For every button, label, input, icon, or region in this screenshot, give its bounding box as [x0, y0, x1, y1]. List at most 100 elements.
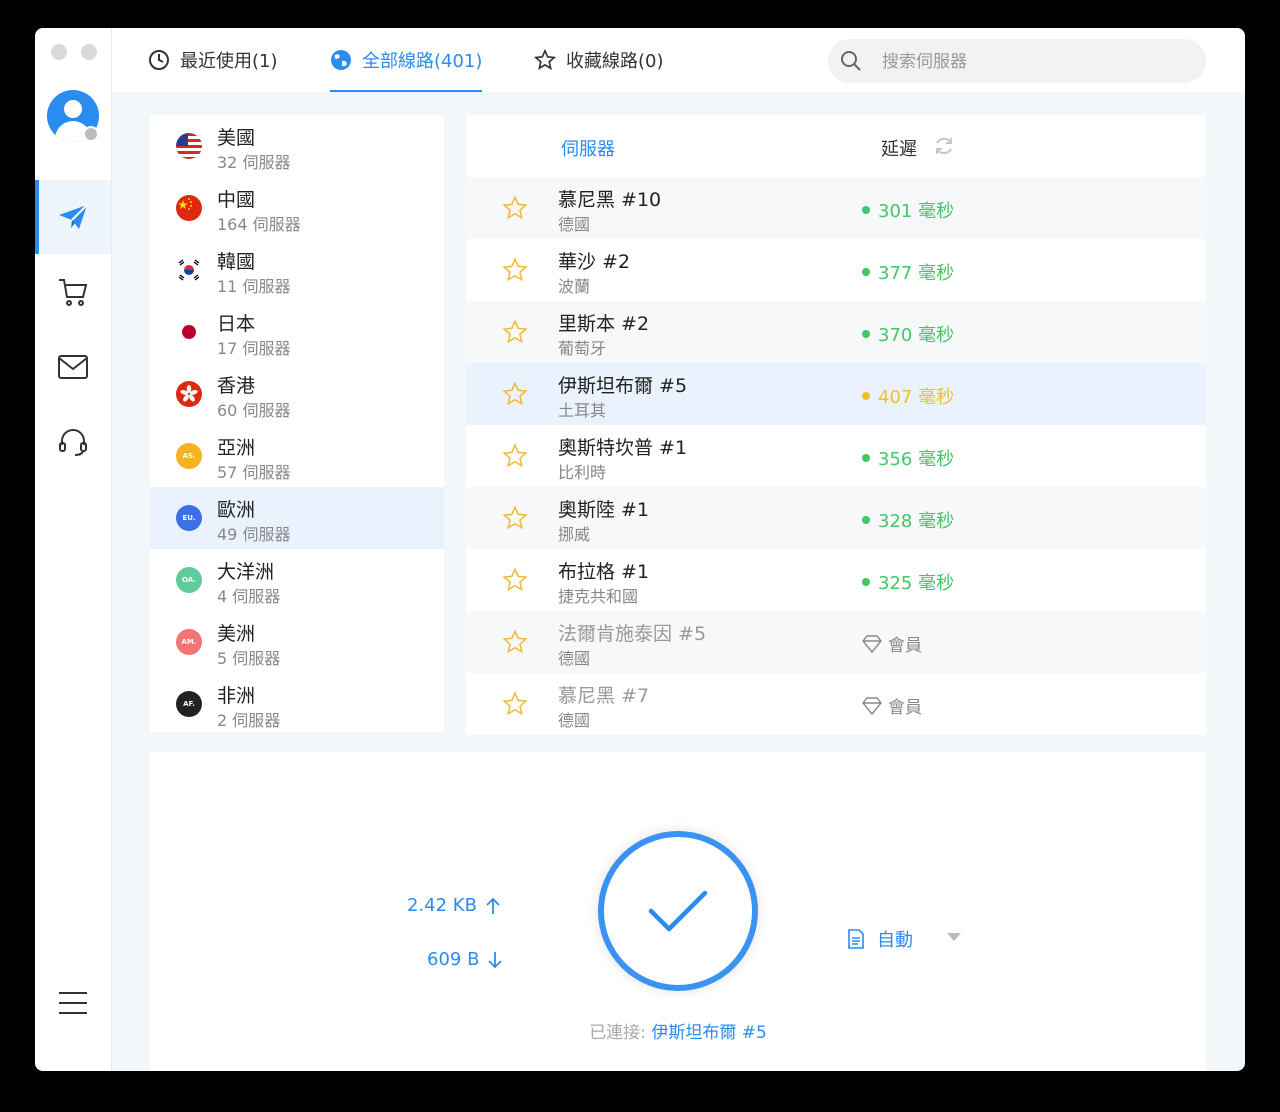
- server-country: 德國: [558, 215, 591, 234]
- column-header-server[interactable]: 伺服器: [561, 135, 615, 161]
- favorite-star-icon[interactable]: [502, 567, 528, 593]
- nav-messages[interactable]: [35, 330, 111, 404]
- americas-badge-icon: AM.: [176, 629, 202, 655]
- status-dot: [862, 516, 870, 524]
- star-icon: [534, 49, 556, 70]
- status-dot: [862, 578, 870, 586]
- server-list: 伺服器 延遲 慕尼黑 #10 德國 301 毫秒 華沙 #2 波蘭 377 毫秒…: [466, 115, 1206, 735]
- region-item-americas[interactable]: AM. 美洲 5 伺服器: [150, 611, 444, 673]
- region-item-cn[interactable]: 中國 164 伺服器: [150, 177, 444, 239]
- checkmark-icon: [648, 890, 708, 932]
- region-item-jp[interactable]: 日本 17 伺服器: [150, 301, 444, 363]
- region-name: 日本: [217, 313, 256, 335]
- refresh-icon[interactable]: [933, 135, 955, 157]
- server-country: 比利時: [558, 463, 607, 482]
- search-input[interactable]: [880, 39, 1194, 85]
- tab-label: 最近使用(1): [180, 51, 278, 72]
- region-name: 中國: [217, 189, 256, 211]
- region-item-oceania[interactable]: OA. 大洋洲 4 伺服器: [150, 549, 444, 611]
- favorite-star-icon[interactable]: [502, 195, 528, 221]
- status-dot: [862, 206, 870, 214]
- latency-text: 370 毫秒: [878, 325, 955, 346]
- favorite-star-icon[interactable]: [502, 257, 528, 283]
- diamond-icon: [862, 634, 882, 653]
- server-row[interactable]: 里斯本 #2 葡萄牙 370 毫秒: [466, 301, 1206, 363]
- region-count: 17 伺服器: [217, 339, 291, 358]
- region-item-africa[interactable]: AF. 非洲 2 伺服器: [150, 673, 444, 735]
- send-icon: [59, 204, 88, 229]
- mode-label: 自動: [877, 930, 913, 951]
- europe-badge-icon: EU.: [176, 505, 202, 531]
- region-name: 歐洲: [217, 499, 256, 521]
- favorite-star-icon[interactable]: [502, 381, 528, 407]
- server-row[interactable]: 奧斯陸 #1 挪威 328 毫秒: [466, 487, 1206, 549]
- status-dot: [862, 454, 870, 462]
- top-bar: 最近使用(1) 全部線路(401) 收藏線路(0): [112, 28, 1245, 92]
- member-text: 會員: [888, 698, 922, 718]
- server-row-locked[interactable]: 慕尼黑 #7 德國 會員: [466, 673, 1206, 735]
- diamond-icon: [862, 696, 882, 715]
- status-label: 已連接:: [589, 1023, 646, 1043]
- server-name: 華沙 #2: [558, 251, 631, 273]
- column-header-latency[interactable]: 延遲: [881, 135, 917, 161]
- region-count: 57 伺服器: [217, 463, 291, 482]
- status-dot: [862, 392, 870, 400]
- region-item-us[interactable]: 美國 32 伺服器: [150, 115, 444, 177]
- region-name: 美國: [217, 127, 256, 149]
- favorite-star-icon[interactable]: [502, 505, 528, 531]
- oceania-badge-icon: OA.: [176, 567, 202, 593]
- server-country: 德國: [558, 711, 591, 730]
- favorite-star-icon[interactable]: [502, 443, 528, 469]
- server-row[interactable]: 慕尼黑 #10 德國 301 毫秒: [466, 177, 1206, 239]
- favorite-star-icon[interactable]: [502, 691, 528, 717]
- region-count: 49 伺服器: [217, 525, 291, 544]
- region-item-asia[interactable]: AS. 亞洲 57 伺服器: [150, 425, 444, 487]
- tab-favorites[interactable]: 收藏線路(0): [534, 28, 664, 92]
- mail-icon: [58, 355, 88, 379]
- latency-value: 407 毫秒: [862, 383, 954, 409]
- region-count: 11 伺服器: [217, 277, 291, 296]
- server-row-locked[interactable]: 法爾肯施泰因 #5 德國 會員: [466, 611, 1206, 673]
- nav-store[interactable]: [35, 255, 111, 329]
- menu-button[interactable]: [35, 973, 111, 1033]
- upload-value: 2.42 KB: [407, 895, 477, 916]
- region-item-kr[interactable]: 韓國 11 伺服器: [150, 239, 444, 301]
- region-item-hk[interactable]: 香港 60 伺服器: [150, 363, 444, 425]
- mode-selector[interactable]: 自動: [847, 926, 961, 952]
- server-row[interactable]: 布拉格 #1 捷克共和國 325 毫秒: [466, 549, 1206, 611]
- server-country: 捷克共和國: [558, 587, 639, 606]
- search-icon: [841, 51, 861, 71]
- member-badge: 會員: [862, 631, 922, 656]
- server-name: 奧斯特坎普 #1: [558, 437, 688, 459]
- latency-text: 377 毫秒: [878, 263, 955, 284]
- nav-servers[interactable]: [35, 180, 111, 254]
- region-count: 4 伺服器: [217, 587, 281, 606]
- clock-icon: [149, 50, 169, 70]
- server-name: 慕尼黑 #10: [558, 189, 662, 211]
- favorite-star-icon[interactable]: [502, 629, 528, 655]
- region-list: 美國 32 伺服器 中國 164 伺服器 韓國 11 伺服器 日本 17 伺服器…: [150, 115, 444, 732]
- latency-text: 328 毫秒: [878, 511, 955, 532]
- server-row[interactable]: 奧斯特坎普 #1 比利時 356 毫秒: [466, 425, 1206, 487]
- server-row-selected[interactable]: 伊斯坦布爾 #5 土耳其 407 毫秒: [466, 363, 1206, 425]
- window-minimize-button[interactable]: [81, 44, 97, 60]
- region-count: 60 伺服器: [217, 401, 291, 420]
- server-country: 挪威: [558, 525, 591, 544]
- region-count: 32 伺服器: [217, 153, 291, 172]
- cart-icon: [59, 279, 88, 306]
- us-flag-icon: [176, 133, 202, 159]
- favorite-star-icon[interactable]: [502, 319, 528, 345]
- latency-value: 356 毫秒: [862, 445, 954, 471]
- kr-flag-icon: [176, 257, 202, 283]
- tab-recent[interactable]: 最近使用(1): [148, 28, 278, 92]
- sidebar: [35, 28, 112, 1071]
- connect-button[interactable]: [598, 831, 758, 991]
- status-dot: [862, 330, 870, 338]
- server-row[interactable]: 華沙 #2 波蘭 377 毫秒: [466, 239, 1206, 301]
- cn-flag-icon: [176, 195, 202, 221]
- region-item-europe[interactable]: EU. 歐洲 49 伺服器: [150, 487, 444, 549]
- tab-all[interactable]: 全部線路(401): [330, 28, 483, 92]
- nav-support[interactable]: [35, 405, 111, 479]
- server-name: 法爾肯施泰因 #5: [558, 623, 707, 645]
- window-close-button[interactable]: [51, 44, 67, 60]
